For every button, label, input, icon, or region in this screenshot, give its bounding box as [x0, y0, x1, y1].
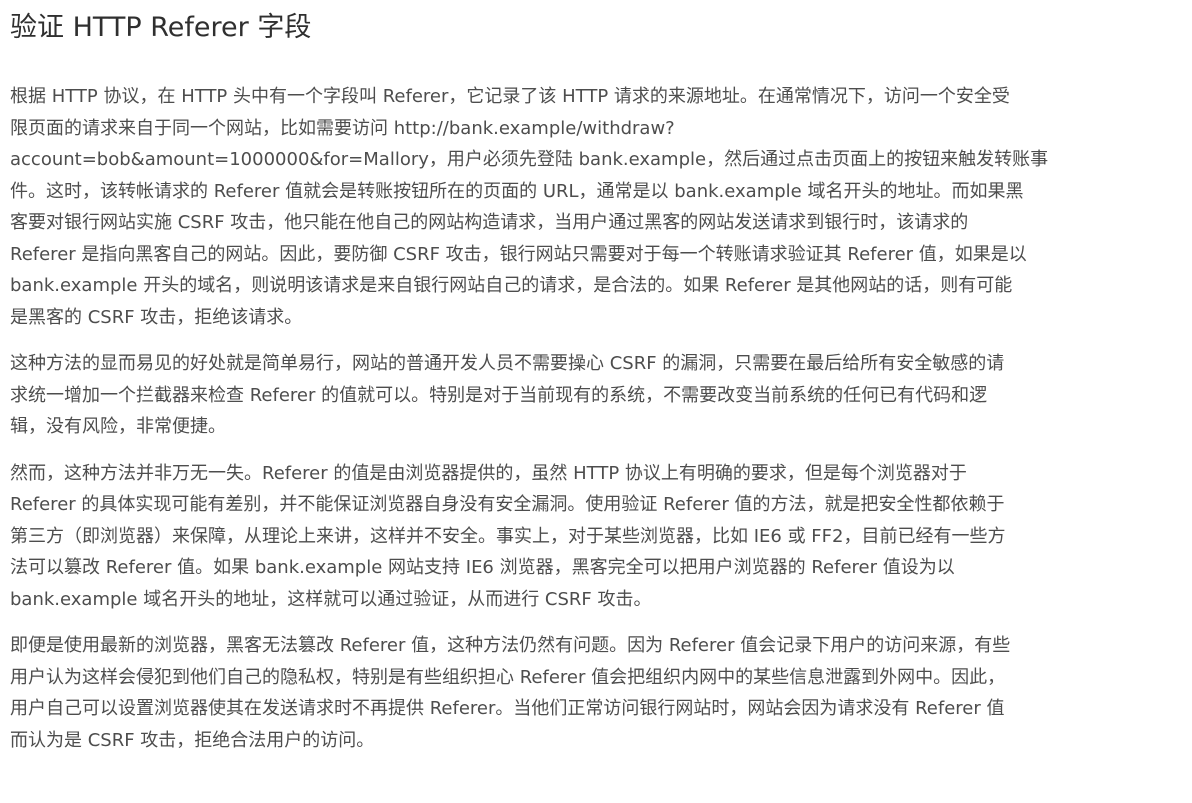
text-line: Referer 的具体实现可能有差别，并不能保证浏览器自身没有安全漏洞。使用验证… [10, 494, 1005, 515]
text-line: 求统一增加一个拦截器来检查 Referer 的值就可以。特别是对于当前现有的系统… [10, 384, 988, 406]
text-line: 用户认为这样会侵犯到他们自己的隐私权，特别是有些组织担心 Referer 值会把… [10, 666, 1006, 688]
text-line: 法可以篡改 Referer 值。如果 bank.example 网站支持 IE6… [10, 557, 955, 578]
paragraph-limitations: 然而，这种方法并非万无一失。Referer 的值是由浏览器提供的，虽然 HTTP… [10, 458, 1182, 616]
article-title: 验证 HTTP Referer 字段 [10, 12, 312, 43]
text-line: 即便是使用最新的浏览器，黑客无法篡改 Referer 值，这种方法仍然有问题。因… [10, 635, 1011, 656]
paragraph-referer-intro: 根据 HTTP 协议，在 HTTP 头中有一个字段叫 Referer，它记录了该… [10, 81, 1182, 333]
text-line: 是黑客的 CSRF 攻击，拒绝该请求。 [10, 306, 303, 328]
text-line: 件。这时，该转帐请求的 Referer 值就会是转账按钮所在的页面的 URL，通… [10, 180, 1024, 202]
paragraph-advantages: 这种方法的显而易见的好处就是简单易行，网站的普通开发人员不需要操心 CSRF 的… [10, 348, 1182, 443]
article: 验证 HTTP Referer 字段 根据 HTTP 协议，在 HTTP 头中有… [10, 0, 1182, 771]
text-line: bank.example 域名开头的地址，这样就可以通过验证，从而进行 CSRF… [10, 588, 652, 610]
text-line: bank.example 开头的域名，则说明该请求是来自银行网站自己的请求，是合… [10, 275, 1013, 296]
text-line: 客要对银行网站实施 CSRF 攻击，他只能在他自己的网站构造请求，当用户通过黑客… [10, 212, 969, 233]
paragraph-privacy-issue: 即便是使用最新的浏览器，黑客无法篡改 Referer 值，这种方法仍然有问题。因… [10, 630, 1182, 756]
text-line: 而认为是 CSRF 攻击，拒绝合法用户的访问。 [10, 729, 375, 751]
text-line: 然而，这种方法并非万无一失。Referer 的值是由浏览器提供的，虽然 HTTP… [10, 462, 967, 484]
text-line: 根据 HTTP 协议，在 HTTP 头中有一个字段叫 Referer，它记录了该… [10, 86, 1010, 107]
text-line: 辑，没有风险，非常便捷。 [10, 416, 226, 437]
text-line: Referer 是指向黑客自己的网站。因此，要防御 CSRF 攻击，银行网站只需… [10, 243, 1027, 265]
text-line: 第三方（即浏览器）来保障，从理论上来讲，这样并不安全。事实上，对于某些浏览器，比… [10, 525, 1006, 547]
text-line: 限页面的请求来自于同一个网站，比如需要访问 http://bank.exampl… [10, 117, 675, 139]
text-line: 用户自己可以设置浏览器使其在发送请求时不再提供 Referer。当他们正常访问银… [10, 698, 1005, 719]
text-line: 这种方法的显而易见的好处就是简单易行，网站的普通开发人员不需要操心 CSRF 的… [10, 353, 1005, 374]
text-line: account=bob&amount=1000000&for=Mallory，用… [10, 149, 1049, 170]
